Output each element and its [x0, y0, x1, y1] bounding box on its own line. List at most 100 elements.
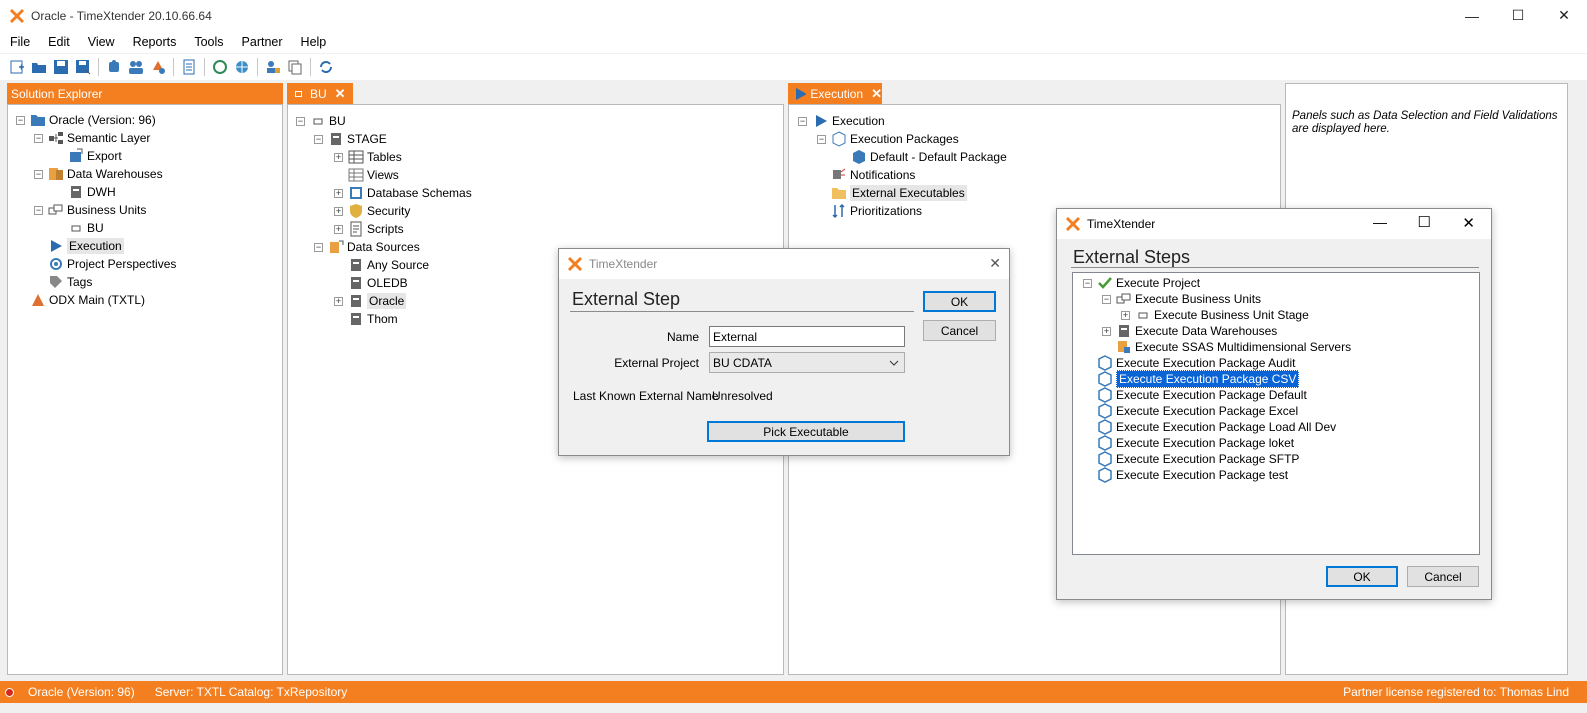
status-indicator-icon [5, 687, 14, 697]
collapse-toggle[interactable]: − [1102, 295, 1111, 304]
tree-item-tables[interactable]: Tables [348, 148, 402, 166]
menu-view[interactable]: View [82, 35, 121, 49]
maximize-button[interactable]: ☐ [1495, 0, 1541, 31]
tab-execution[interactable]: Execution ✕ [788, 83, 882, 104]
collapse-toggle[interactable]: − [34, 170, 43, 179]
collapse-toggle[interactable]: − [817, 135, 826, 144]
dialog-heading: External Step [572, 289, 681, 309]
tree-item-any-source[interactable]: Any Source [348, 256, 429, 274]
ok-button[interactable]: OK [923, 291, 996, 312]
collapse-toggle[interactable]: − [296, 117, 305, 126]
tree-item-tags[interactable]: Tags [48, 273, 92, 291]
minimize-button[interactable]: — [1449, 0, 1495, 31]
collapse-toggle[interactable]: − [314, 243, 323, 252]
folder-icon [831, 185, 847, 201]
save-as-icon[interactable] [75, 59, 91, 75]
collapse-toggle[interactable]: − [314, 135, 323, 144]
users-icon[interactable] [128, 59, 144, 75]
sync-icon[interactable] [318, 59, 334, 75]
tree-item-scripts[interactable]: Scripts [348, 220, 404, 238]
tree-item-export[interactable]: Export [68, 147, 122, 165]
tree-item-external-executables[interactable]: External Executables [831, 184, 967, 202]
puzzle-icon[interactable] [106, 59, 122, 75]
name-field[interactable]: External [709, 326, 905, 347]
tree-item-execution-packages[interactable]: Execution Packages [831, 130, 959, 148]
menu-help[interactable]: Help [295, 35, 333, 49]
tree-item-views[interactable]: Views [348, 166, 399, 184]
menu-reports[interactable]: Reports [127, 35, 183, 49]
maximize-icon[interactable]: ☐ [1418, 213, 1431, 231]
tree-item-thom[interactable]: Thom [348, 310, 398, 328]
tree-item-database-schemas[interactable]: Database Schemas [348, 184, 472, 202]
refresh-globe-icon[interactable] [212, 59, 228, 75]
tree-item-project-perspectives[interactable]: Project Perspectives [48, 255, 176, 273]
tree-item-prioritizations[interactable]: Prioritizations [831, 202, 922, 220]
open-icon[interactable] [31, 59, 47, 75]
external-project-select[interactable]: BU CDATA [709, 352, 905, 373]
expand-toggle[interactable]: + [334, 189, 343, 198]
close-icon[interactable]: ✕ [1462, 214, 1475, 232]
save-icon[interactable] [53, 59, 69, 75]
info-panel-text: Panels such as Data Selection and Field … [1292, 110, 1558, 135]
business-unit-icon [68, 220, 84, 236]
tree-item-dwh[interactable]: DWH [68, 183, 116, 201]
status-license: Partner license registered to: Thomas Li… [1343, 685, 1569, 699]
export-icon [68, 148, 84, 164]
shapes-icon[interactable] [150, 59, 166, 75]
tree-item-execution-root[interactable]: Execution [813, 112, 885, 130]
collapse-toggle[interactable]: − [16, 116, 25, 125]
cancel-button[interactable]: Cancel [923, 320, 996, 341]
tree-item-bu[interactable]: BU [68, 219, 104, 237]
minimize-icon[interactable]: — [1373, 214, 1387, 230]
tree-item-default-package[interactable]: Default - Default Package [851, 148, 1007, 166]
expand-toggle[interactable]: + [334, 297, 343, 306]
expand-toggle[interactable]: + [334, 153, 343, 162]
collapse-toggle[interactable]: − [34, 206, 43, 215]
step-package-test[interactable]: Execute Execution Package test [1097, 466, 1288, 484]
tree-item-stage[interactable]: STAGE [328, 130, 387, 148]
menu-tools[interactable]: Tools [188, 35, 229, 49]
copy-icon[interactable] [287, 59, 303, 75]
cancel-button[interactable]: Cancel [1407, 566, 1479, 587]
tab-bu[interactable]: BU ✕ [287, 83, 353, 104]
tree-item-execution[interactable]: Execution [48, 237, 124, 255]
menu-file[interactable]: File [4, 35, 36, 49]
tree-item-odx[interactable]: ODX Main (TXTL) [30, 291, 145, 309]
semantic-layer-icon [48, 130, 64, 146]
menu-edit[interactable]: Edit [42, 35, 76, 49]
close-tab-icon[interactable]: ✕ [871, 86, 882, 102]
expand-toggle[interactable]: + [1102, 327, 1111, 336]
tree-item-business-units[interactable]: Business Units [48, 201, 146, 219]
user-lock-icon[interactable] [265, 59, 281, 75]
tree-item-oledb[interactable]: OLEDB [348, 274, 408, 292]
ok-button[interactable]: OK [1326, 566, 1398, 587]
tree-item-bu-root[interactable]: BU [310, 112, 346, 130]
tree-item-project[interactable]: Oracle (Version: 96) [30, 111, 156, 129]
name-label: Name [666, 330, 699, 344]
close-icon[interactable]: ✕ [989, 255, 1001, 272]
tree-item-notifications[interactable]: Notifications [831, 166, 915, 184]
tree-item-security[interactable]: Security [348, 202, 410, 220]
tree-item-oracle[interactable]: Oracle [348, 292, 407, 310]
close-tab-icon[interactable]: ✕ [335, 86, 346, 102]
expand-toggle[interactable]: + [334, 225, 343, 234]
expand-toggle[interactable]: + [1121, 311, 1130, 320]
tree-item-semantic-layer[interactable]: Semantic Layer [48, 129, 150, 147]
globe-icon[interactable] [234, 59, 250, 75]
package-icon [1097, 467, 1113, 483]
collapse-toggle[interactable]: − [1083, 279, 1092, 288]
collapse-toggle[interactable]: − [34, 134, 43, 143]
close-button[interactable]: ✕ [1541, 0, 1587, 31]
collapse-toggle[interactable]: − [798, 117, 807, 126]
chevron-down-icon [889, 360, 899, 366]
menu-partner[interactable]: Partner [236, 35, 289, 49]
document-icon[interactable] [181, 59, 197, 75]
pick-executable-button[interactable]: Pick Executable [707, 421, 905, 442]
tree-item-data-sources[interactable]: Data Sources [328, 238, 420, 256]
business-unit-icon [310, 113, 326, 129]
external-project-label: External Project [614, 356, 699, 370]
expand-toggle[interactable]: + [334, 207, 343, 216]
package-icon [1097, 451, 1113, 467]
tree-item-data-warehouses[interactable]: Data Warehouses [48, 165, 163, 183]
new-project-icon[interactable] [9, 59, 25, 75]
